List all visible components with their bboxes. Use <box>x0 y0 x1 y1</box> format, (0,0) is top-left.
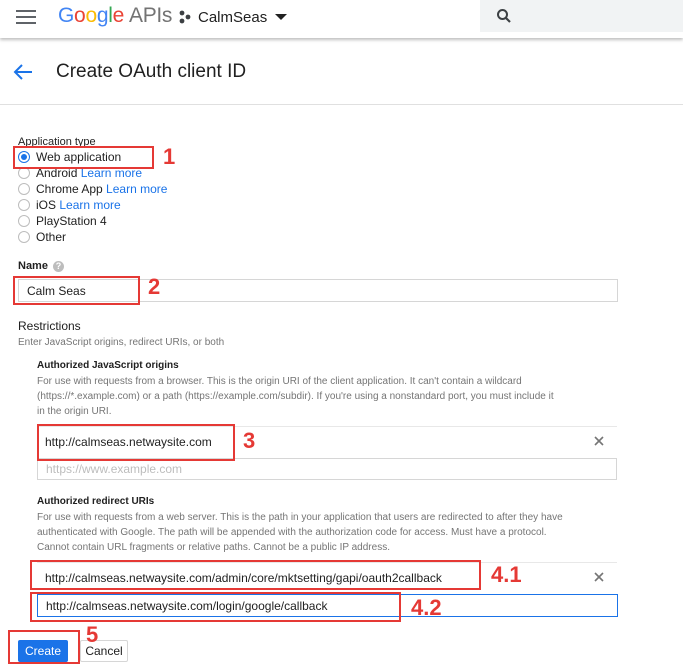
help-icon[interactable]: ? <box>52 260 64 272</box>
annotation-box-3 <box>37 424 235 461</box>
logo-apis-text: APIs <box>128 4 173 27</box>
desc-line: For use with requests from a web server.… <box>37 512 563 523</box>
back-arrow-icon[interactable] <box>12 62 34 82</box>
google-apis-logo[interactable]: Google APIs <box>58 4 172 28</box>
name-label: Name <box>18 260 48 272</box>
logo-google-text: Google <box>58 4 124 27</box>
radio-label: PlayStation 4 <box>36 214 107 228</box>
annotation-box-5 <box>8 630 80 664</box>
js-origins-title: Authorized JavaScript origins <box>37 360 179 371</box>
close-icon[interactable] <box>593 571 605 583</box>
radio-ios[interactable]: iOS Learn more <box>18 197 121 213</box>
annotation-number-1: 1 <box>163 144 176 169</box>
header-divider <box>0 104 683 105</box>
page-title: Create OAuth client ID <box>56 61 247 82</box>
search-icon <box>497 9 511 23</box>
radio-chrome-app[interactable]: Chrome App Learn more <box>18 181 167 197</box>
menu-icon[interactable] <box>16 10 36 24</box>
annotation-number-4-1: 4.1 <box>491 562 522 587</box>
radio-button[interactable] <box>18 231 30 243</box>
desc-line: in the origin URI. <box>37 406 112 417</box>
project-dots-icon <box>179 10 191 24</box>
name-label-row: Name ? <box>18 260 64 272</box>
annotation-box-4-1 <box>30 560 481 590</box>
js-origins-description: For use with requests from a browser. Th… <box>37 374 627 419</box>
annotation-box-1 <box>13 146 154 169</box>
radio-label: Other <box>36 230 67 244</box>
logo-letter: o <box>74 4 86 27</box>
desc-line: Cannot contain URL fragments or relative… <box>37 542 390 553</box>
restrictions-subtext: Enter JavaScript origins, redirect URIs,… <box>18 337 225 348</box>
radio-button[interactable] <box>18 183 30 195</box>
annotation-number-4-2: 4.2 <box>411 595 442 620</box>
logo-letter: G <box>58 4 75 27</box>
annotation-number-3: 3 <box>243 428 256 453</box>
radio-button[interactable] <box>18 199 30 211</box>
logo-letter: e <box>112 4 125 27</box>
chevron-down-icon <box>275 14 288 20</box>
radio-button[interactable] <box>18 215 30 227</box>
desc-line: authenticated with Google. The path will… <box>37 527 547 538</box>
close-icon[interactable] <box>593 435 605 447</box>
learn-more-link[interactable]: Learn more <box>106 182 167 196</box>
annotation-box-4-2 <box>30 592 401 622</box>
annotation-number-5: 5 <box>86 622 99 647</box>
annotation-number-2: 2 <box>148 274 161 299</box>
redirect-uris-title: Authorized redirect URIs <box>37 496 155 507</box>
radio-label: Chrome App <box>36 182 103 196</box>
radio-label: iOS <box>36 198 57 212</box>
radio-playstation-4[interactable]: PlayStation 4 <box>18 213 107 229</box>
project-name: CalmSeas <box>198 8 268 26</box>
js-origin-placeholder: https://www.example.com <box>46 462 183 476</box>
learn-more-link[interactable]: Learn more <box>59 198 120 212</box>
restrictions-heading: Restrictions <box>18 319 81 333</box>
project-selector[interactable]: CalmSeas <box>178 7 288 27</box>
top-app-bar: Google APIs CalmSeas <box>0 0 683 38</box>
logo-letter: g <box>96 4 109 27</box>
logo-letter: o <box>85 4 97 27</box>
search-bar[interactable] <box>480 0 683 32</box>
js-origin-new-input[interactable]: https://www.example.com <box>37 458 617 480</box>
radio-other[interactable]: Other <box>18 229 66 245</box>
annotation-box-2 <box>13 276 140 305</box>
desc-line: For use with requests from a browser. Th… <box>37 376 522 387</box>
desc-line: (https://*.example.com) or a path (https… <box>37 391 554 402</box>
redirect-uris-description: For use with requests from a web server.… <box>37 510 637 555</box>
